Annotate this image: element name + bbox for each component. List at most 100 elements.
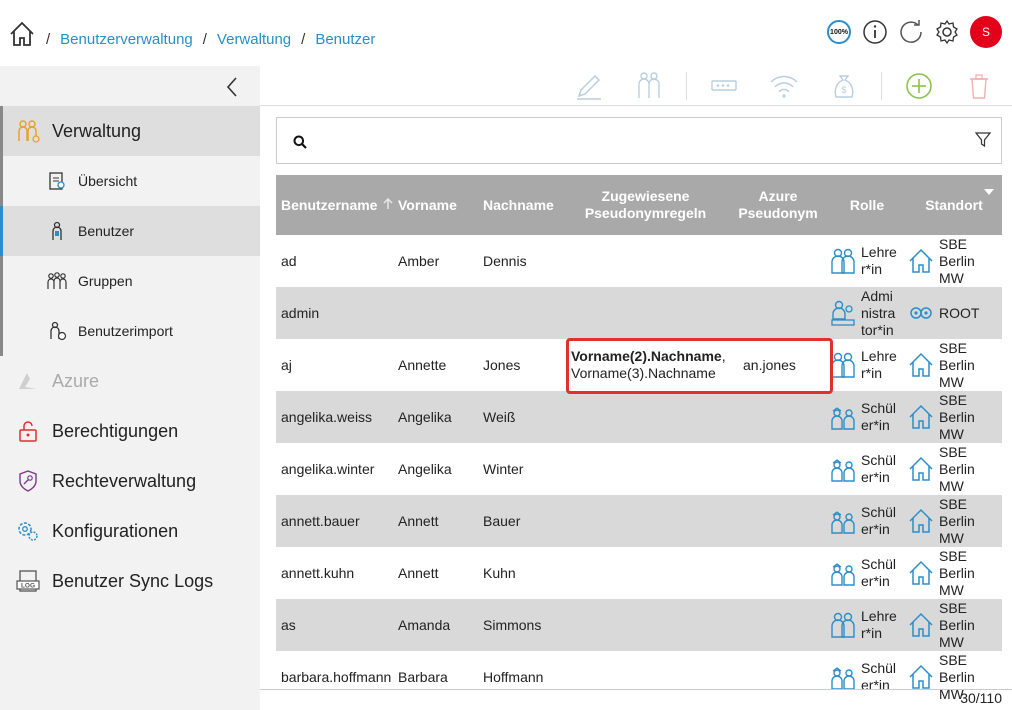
cell-pseudonym-rules [563,305,728,322]
administrator-icon [828,298,858,328]
sidebar-item-verwaltung[interactable]: Verwaltung [0,106,260,156]
home-icon[interactable] [8,20,36,48]
cell-username: annett.bauer [281,513,360,529]
table-row[interactable]: annett.kuhn Annett Kuhn Schüler*in SBE Berli… [276,547,1002,599]
assign-users-icon[interactable] [626,70,672,102]
sidebar-item-benutzer-sync-logs[interactable]: LOG Benutzer Sync Logs [0,556,260,606]
cell-first-name: Angelika [398,409,452,425]
info-icon[interactable] [862,19,888,45]
user-import-icon [46,320,68,342]
house-icon [906,454,936,484]
zoom-label: 100% [827,20,851,44]
location-label: SBE Berlin MW [939,495,975,546]
cell-pseudonym-rules [563,669,728,686]
sidebar-nav: Verwaltung Übersicht Benutzer Gruppen Be… [0,106,260,606]
delete-icon[interactable] [956,70,1002,102]
cell-pseudonym-rules [563,617,728,634]
breadcrumb-separator: / [301,31,306,48]
zoom-icon[interactable]: 100% [826,19,852,45]
house-icon [906,506,936,536]
refresh-icon[interactable] [898,19,924,45]
table-row[interactable]: aj Annette Jones Vorname(2).Nachname, Vornam… [276,339,1002,391]
cell-role: Schüler*in [828,400,906,434]
add-icon[interactable] [896,70,942,102]
cell-last-name: Kuhn [483,565,516,581]
table-row[interactable]: angelika.weiss Angelika Weiß Schüler*in SBE … [276,391,1002,443]
table-row[interactable]: as Amanda Simmons Lehrer*in SBE Berlin MW [276,599,1002,651]
cell-last-name: Dennis [483,253,527,269]
column-label: Benutzername [281,196,378,213]
sidebar-item-label: Benutzerimport [78,323,173,339]
location-label: SBE Berlin MW [939,235,975,286]
column-header-benutzername[interactable]: Benutzername [276,197,398,214]
sidebar-item-label: Gruppen [78,273,133,289]
sidebar: Verwaltung Übersicht Benutzer Gruppen Be… [0,66,260,710]
location-label: SBE Berlin MW [939,391,975,442]
house-icon [906,350,936,380]
sidebar-item-azure[interactable]: Azure [0,356,260,406]
cell-role: Schüler*in [828,504,906,538]
cell-location: SBE Berlin MW [906,392,1002,443]
sidebar-item-benutzerimport[interactable]: Benutzerimport [3,306,260,356]
user-table: Benutzername Vorname Nachname Zugewiesen… [276,175,1002,703]
sidebar-item-label: Benutzer Sync Logs [52,570,214,591]
column-header-azure-pseudonym[interactable]: Azure Pseudonym [728,188,828,222]
breadcrumb-separator: / [202,31,207,48]
cell-last-name: Jones [483,357,521,373]
collapse-sidebar-icon[interactable] [224,76,240,98]
table-row[interactable]: admin Administrator*in ROOT [276,287,1002,339]
sidebar-item-uebersicht[interactable]: Übersicht [3,156,260,206]
root-icon [906,298,936,328]
toolbar-divider [686,72,687,100]
cell-role: Lehrer*in [828,348,906,382]
cell-pseudonym-rules [563,253,728,270]
table-body: ad Amber Dennis Lehrer*in SBE Berlin MW admin… [276,235,1002,703]
column-header-nachname[interactable]: Nachname [483,197,563,214]
cell-location: SBE Berlin MW [906,444,1002,495]
sidebar-item-gruppen[interactable]: Gruppen [3,256,260,306]
house-icon [906,246,936,276]
breadcrumb-verwaltung[interactable]: Verwaltung [217,31,291,48]
edit-icon[interactable] [566,70,612,102]
column-header-rolle[interactable]: Rolle [828,197,906,214]
student-icon [828,402,858,432]
column-header-standort[interactable]: Standort [906,197,1002,214]
cell-location: SBE Berlin MW [906,236,1002,287]
sidebar-item-rechteverwaltung[interactable]: Rechteverwaltung [0,456,260,506]
column-header-pseudonymregeln[interactable]: Zugewiesene Pseudonymregeln [563,188,728,222]
password-icon[interactable] [701,70,747,102]
cell-location: SBE Berlin MW [906,496,1002,547]
breadcrumb-benutzerverwaltung[interactable]: Benutzerverwaltung [60,31,193,48]
search-bar[interactable] [276,117,1002,164]
cell-last-name: Simmons [483,617,542,633]
cell-username: aj [281,357,292,373]
location-label: SBE Berlin MW [939,443,975,494]
azure-icon [16,369,40,393]
money-icon[interactable]: $ [821,70,867,102]
avatar[interactable]: S [970,16,1002,48]
table-row[interactable]: barbara.hoffmann Barbara Hoffmann Schüler*i… [276,651,1002,703]
sidebar-item-konfigurationen[interactable]: Konfigurationen [0,506,260,556]
table-row[interactable]: annett.bauer Annett Bauer Schüler*in SBE Ber… [276,495,1002,547]
cell-pseudonym-rules [563,409,728,426]
sidebar-item-benutzer[interactable]: Benutzer [0,206,260,256]
location-label: SBE Berlin MW [939,599,975,650]
breadcrumb-benutzer[interactable]: Benutzer [315,31,375,48]
column-header-vorname[interactable]: Vorname [398,197,483,214]
table-row[interactable]: angelika.winter Angelika Winter Schüler*in S… [276,443,1002,495]
breadcrumb: / Benutzerverwaltung / Verwaltung / Benu… [46,31,375,48]
wifi-icon[interactable] [761,70,807,102]
cell-username: ad [281,253,297,269]
gear-icon[interactable] [934,19,960,45]
column-menu-caret-icon[interactable] [984,189,994,195]
sidebar-item-berechtigungen[interactable]: Berechtigungen [0,406,260,456]
role-label: Administrator*in [861,287,896,338]
user-icon [46,220,68,242]
sidebar-item-label: Azure [52,370,100,391]
student-icon [828,662,858,692]
search-icon [293,135,307,154]
cell-username: annett.kuhn [281,565,355,581]
table-row[interactable]: ad Amber Dennis Lehrer*in SBE Berlin MW [276,235,1002,287]
filter-icon[interactable] [974,132,992,153]
cell-location: SBE Berlin MW [906,600,1002,651]
